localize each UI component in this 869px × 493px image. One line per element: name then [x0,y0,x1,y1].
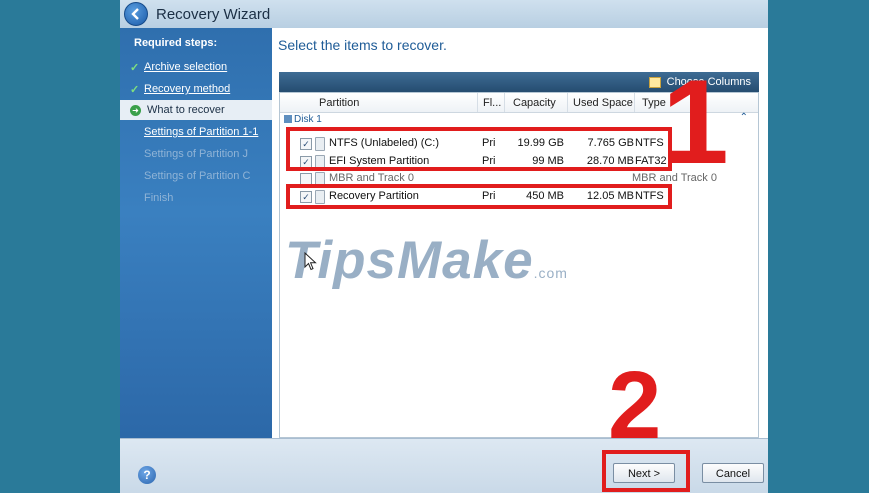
title-bar: Recovery Wizard [120,0,768,28]
column-divider [567,93,568,112]
step-recovery-method[interactable]: ✓ Recovery method [120,79,272,99]
step-label: Recovery method [144,83,231,95]
checkmark-icon: ✓ [130,83,140,96]
cell-partition: MBR and Track 0 [329,172,414,184]
step-what-to-recover[interactable]: ➜ What to recover [120,100,272,120]
step-finish: Finish [120,188,272,208]
disk-icon [284,115,292,123]
column-header-capacity[interactable]: Capacity [513,97,556,109]
cancel-button[interactable]: Cancel [702,463,764,483]
watermark-tld: .com [533,265,568,281]
step-label: Finish [144,192,174,204]
watermark-text: TipsMake [285,231,534,290]
step-settings-partition-1-1[interactable]: Settings of Partition 1-1 [120,122,272,142]
mouse-cursor-icon [304,252,317,271]
columns-icon [648,76,661,88]
column-header-used-space[interactable]: Used Space [573,97,633,109]
step-settings-partition-j: Settings of Partition J [120,144,272,164]
column-divider [477,93,478,112]
column-header-partition[interactable]: Partition [319,97,359,109]
help-icon[interactable]: ? [138,466,156,484]
step-settings-partition-c: Settings of Partition C [120,166,272,186]
step-label: What to recover [147,104,225,116]
annotation-number-2: 2 [608,352,662,459]
step-label: Settings of Partition J [144,148,248,160]
step-label: Settings of Partition 1-1 [144,126,259,138]
disk-group-label: Disk 1 [294,113,322,125]
step-label: Archive selection [144,61,228,73]
steps-heading: Required steps: [134,37,218,49]
back-button[interactable] [124,2,148,26]
step-label: Settings of Partition C [144,170,251,182]
column-header-flags[interactable]: Fl... [483,97,501,109]
step-archive-selection[interactable]: ✓ Archive selection [120,57,272,77]
annotation-number-1: 1 [662,55,729,189]
checkmark-icon: ✓ [130,61,140,74]
page-heading: Select the items to recover. [278,37,447,53]
highlight-box-c-efi [286,127,672,171]
highlight-box-recovery [286,184,672,209]
window-title: Recovery Wizard [156,5,271,23]
column-divider [504,93,505,112]
screen-frame: Recovery Wizard Required steps: ✓ Archiv… [0,0,869,493]
column-divider [634,93,635,112]
watermark: TipsMake.com [285,230,685,291]
current-step-arrow-icon: ➜ [130,104,141,116]
back-arrow-icon [131,8,139,20]
wizard-steps-sidebar: Required steps: ✓ Archive selection ✓ Re… [120,28,272,438]
collapse-chevron-icon[interactable]: ⌃ [740,112,748,123]
